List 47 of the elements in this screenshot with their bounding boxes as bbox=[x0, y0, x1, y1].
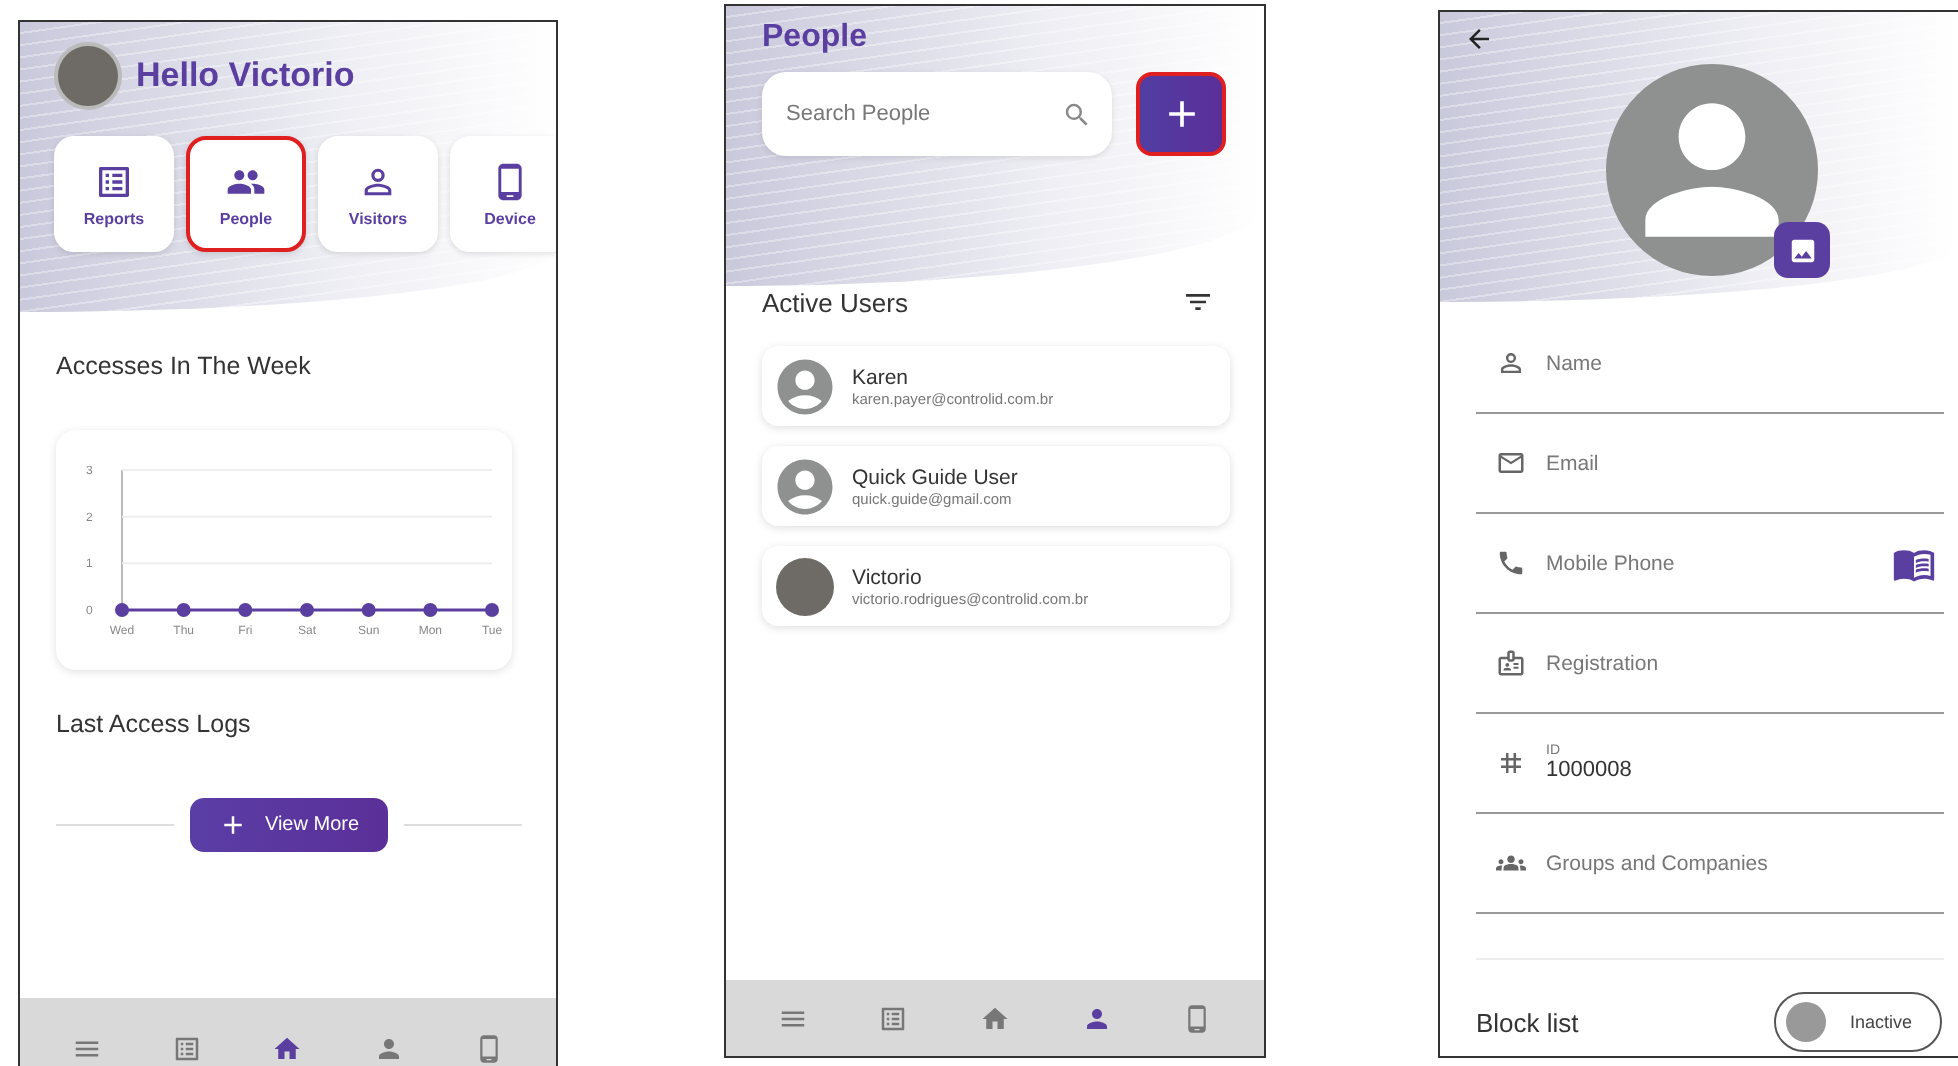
home-icon[interactable] bbox=[272, 1033, 303, 1063]
list-icon[interactable] bbox=[172, 1033, 203, 1063]
status-toggle[interactable]: Inactive bbox=[1774, 992, 1942, 1052]
add-button[interactable] bbox=[1136, 72, 1226, 156]
page-title: People bbox=[762, 20, 869, 56]
search-icon bbox=[1062, 99, 1092, 129]
section-title: Last Access Logs bbox=[56, 710, 253, 738]
field-value: 1000008 bbox=[1546, 758, 1632, 782]
input-field[interactable]: Registration bbox=[1546, 649, 1936, 677]
list-icon[interactable] bbox=[878, 1003, 909, 1033]
search-field[interactable]: Search People bbox=[786, 102, 1062, 126]
data-point bbox=[300, 603, 314, 617]
data-point bbox=[485, 603, 499, 617]
block-list-label: Block list bbox=[1476, 1007, 1579, 1037]
photo-placeholder bbox=[54, 42, 122, 110]
user-name: Karen bbox=[852, 365, 911, 389]
shortcut-card[interactable]: Reports bbox=[54, 136, 174, 252]
image-icon bbox=[1787, 235, 1817, 265]
data-point bbox=[115, 603, 129, 617]
shortcut-card[interactable]: Visitors bbox=[318, 136, 438, 252]
badge-icon bbox=[1496, 648, 1526, 678]
data-point bbox=[423, 603, 438, 617]
section-title: Accesses In The Week bbox=[56, 352, 313, 380]
user-name: Quick Guide User bbox=[852, 465, 1018, 489]
data-point bbox=[361, 603, 376, 617]
input-field[interactable]: Mobile Phone bbox=[1546, 549, 1872, 577]
person-icon[interactable] bbox=[373, 1033, 404, 1063]
mail-icon bbox=[1496, 448, 1526, 478]
section-title: Active Users bbox=[762, 287, 908, 317]
shortcut-card[interactable]: Device bbox=[450, 136, 556, 252]
person-icon bbox=[1496, 348, 1526, 378]
user-name: Victorio bbox=[852, 565, 924, 589]
back-icon[interactable] bbox=[1464, 24, 1494, 54]
data-point bbox=[238, 603, 253, 617]
image-button[interactable] bbox=[1774, 222, 1830, 278]
list-icon bbox=[94, 161, 134, 201]
shortcut-card[interactable]: People bbox=[186, 136, 306, 252]
home-icon[interactable] bbox=[979, 1003, 1010, 1033]
hash-icon bbox=[1496, 748, 1526, 778]
input-field[interactable]: Email bbox=[1546, 449, 1936, 477]
phone-icon bbox=[1496, 548, 1526, 578]
person-icon[interactable] bbox=[1081, 1003, 1112, 1033]
view-more-button[interactable]: View More bbox=[190, 798, 388, 852]
greeting: Hello Victorio bbox=[136, 56, 355, 96]
data-point bbox=[176, 603, 191, 617]
input-field[interactable]: Name bbox=[1546, 349, 1936, 377]
input-field[interactable]: Groups and Companies bbox=[1546, 849, 1936, 877]
